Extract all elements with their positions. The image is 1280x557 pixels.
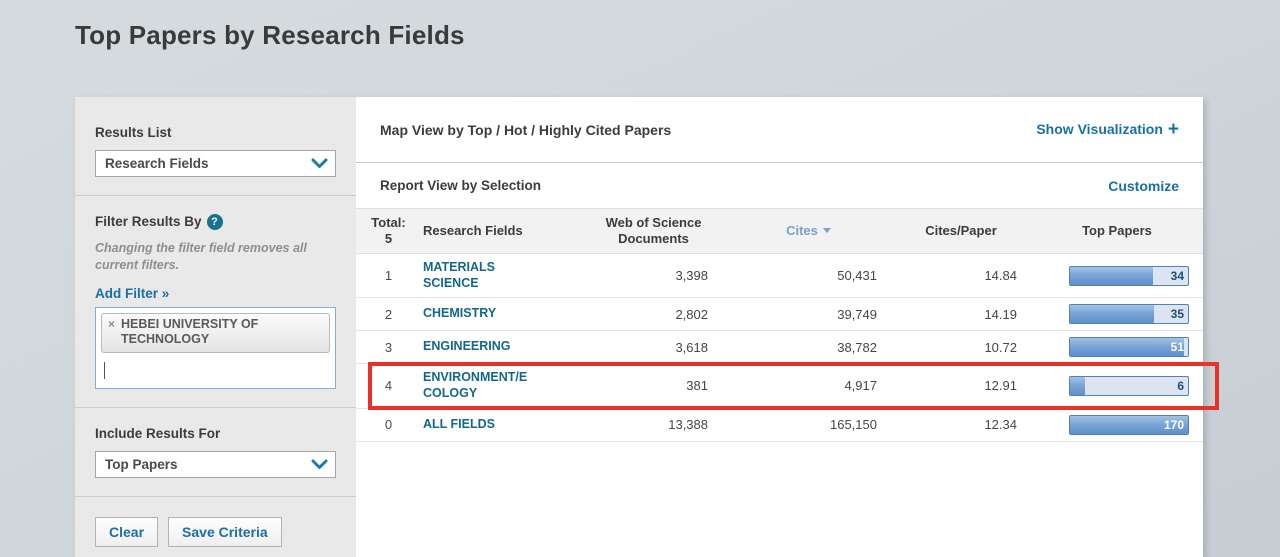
top-papers-bar-value: 51 [1171, 338, 1184, 356]
table-header-row: Total: 5 Research Fields Web of Science … [356, 209, 1203, 254]
top-papers-bar: 51 [1069, 337, 1189, 357]
sidebar-divider [75, 195, 356, 196]
include-results-label: Include Results For [95, 426, 336, 441]
row-cites-per-paper: 12.91 [891, 378, 1031, 393]
top-papers-bar-fill [1070, 267, 1153, 285]
row-wos-documents: 3,618 [581, 340, 726, 355]
sidebar-divider [75, 496, 356, 497]
results-list-selected-value: Research Fields [105, 156, 209, 171]
table-body: 1 MATERIALSSCIENCE 3,398 50,431 14.84 34… [356, 254, 1203, 442]
add-filter-link[interactable]: Add Filter » [95, 286, 169, 301]
clear-button[interactable]: Clear [95, 517, 158, 547]
column-header-total: Total: 5 [356, 215, 421, 248]
plus-icon: + [1168, 119, 1179, 140]
row-wos-documents: 2,802 [581, 307, 726, 322]
top-papers-bar-fill [1070, 305, 1154, 323]
page-title: Top Papers by Research Fields [75, 20, 465, 51]
map-view-title: Map View by Top / Hot / Highly Cited Pap… [380, 122, 671, 138]
filter-tag-chip[interactable]: × HEBEI UNIVERSITY OF TECHNOLOGY [101, 313, 330, 353]
table-row: 2 CHEMISTRY 2,802 39,749 14.19 35 [356, 298, 1203, 331]
filter-tag-label: HEBEI UNIVERSITY OF TECHNOLOGY [121, 317, 323, 348]
top-papers-bar-value: 35 [1171, 305, 1184, 323]
column-header-wos-documents: Web of Science Documents [581, 215, 726, 248]
text-cursor [104, 362, 105, 379]
column-header-cites-per-paper: Cites/Paper [891, 223, 1031, 239]
main-panel: Results List Research Fields Filter Resu… [75, 97, 1203, 557]
include-results-dropdown[interactable]: Top Papers [95, 451, 336, 478]
report-view-title: Report View by Selection [380, 178, 541, 193]
row-rank: 4 [356, 378, 421, 393]
report-content: Map View by Top / Hot / Highly Cited Pap… [356, 97, 1203, 557]
top-papers-bar: 35 [1069, 304, 1189, 324]
sidebar-divider [75, 407, 356, 408]
table-row: 3 ENGINEERING 3,618 38,782 10.72 51 [356, 331, 1203, 364]
row-cites: 38,782 [726, 340, 891, 355]
column-header-research-fields: Research Fields [421, 223, 581, 239]
row-wos-documents: 13,388 [581, 417, 726, 432]
row-cites: 39,749 [726, 307, 891, 322]
sort-descending-icon [823, 228, 831, 233]
row-wos-documents: 381 [581, 378, 726, 393]
top-papers-bar: 170 [1069, 415, 1189, 435]
row-cites-per-paper: 14.84 [891, 268, 1031, 283]
row-cites: 4,917 [726, 378, 891, 393]
row-cites-per-paper: 10.72 [891, 340, 1031, 355]
row-rank: 0 [356, 417, 421, 432]
map-view-header: Map View by Top / Hot / Highly Cited Pap… [356, 97, 1203, 163]
chevron-down-icon [311, 459, 328, 470]
sidebar: Results List Research Fields Filter Resu… [75, 97, 356, 557]
table-row: 1 MATERIALSSCIENCE 3,398 50,431 14.84 34 [356, 254, 1203, 298]
top-papers-bar: 34 [1069, 266, 1189, 286]
total-count: 5 [385, 231, 392, 246]
show-visualization-link[interactable]: Show Visualization+ [1036, 119, 1179, 141]
row-field-link[interactable]: MATERIALSSCIENCE [421, 260, 581, 291]
report-view-header: Report View by Selection Customize [356, 163, 1203, 209]
top-papers-bar: 6 [1069, 376, 1189, 396]
save-criteria-button[interactable]: Save Criteria [168, 517, 282, 547]
top-papers-bar-value: 6 [1177, 377, 1184, 395]
table-row: 4 ENVIRONMENT/ECOLOGY 381 4,917 12.91 6 [356, 364, 1203, 408]
customize-link[interactable]: Customize [1108, 178, 1179, 194]
table-row: 0 ALL FIELDS 13,388 165,150 12.34 170 [356, 409, 1203, 442]
row-field-link[interactable]: CHEMISTRY [421, 306, 581, 322]
top-papers-bar-value: 34 [1171, 267, 1184, 285]
row-field-link[interactable]: ENGINEERING [421, 339, 581, 355]
filter-caption: Changing the filter field removes all cu… [95, 240, 336, 274]
top-papers-bar-fill [1070, 377, 1085, 395]
include-results-selected-value: Top Papers [105, 457, 178, 472]
row-rank: 1 [356, 268, 421, 283]
top-papers-bar-value: 170 [1164, 416, 1184, 434]
results-list-label: Results List [95, 125, 336, 140]
filter-results-label: Filter Results By? [95, 214, 336, 230]
help-question-icon[interactable]: ? [207, 214, 223, 230]
row-field-link[interactable]: ALL FIELDS [421, 417, 581, 433]
row-rank: 3 [356, 340, 421, 355]
column-header-cites-sort[interactable]: Cites [726, 223, 891, 239]
row-rank: 2 [356, 307, 421, 322]
column-header-top-papers: Top Papers [1031, 223, 1203, 239]
page-background: Top Papers by Research Fields Results Li… [0, 0, 1280, 557]
filter-tags-input[interactable]: × HEBEI UNIVERSITY OF TECHNOLOGY [95, 307, 336, 389]
row-cites: 165,150 [726, 417, 891, 432]
row-field-link[interactable]: ENVIRONMENT/ECOLOGY [421, 370, 581, 401]
row-cites: 50,431 [726, 268, 891, 283]
row-cites-per-paper: 12.34 [891, 417, 1031, 432]
results-list-dropdown[interactable]: Research Fields [95, 150, 336, 177]
top-papers-bar-fill [1070, 338, 1184, 356]
chevron-down-icon [311, 158, 328, 169]
row-wos-documents: 3,398 [581, 268, 726, 283]
remove-tag-icon[interactable]: × [108, 317, 115, 348]
row-cites-per-paper: 14.19 [891, 307, 1031, 322]
